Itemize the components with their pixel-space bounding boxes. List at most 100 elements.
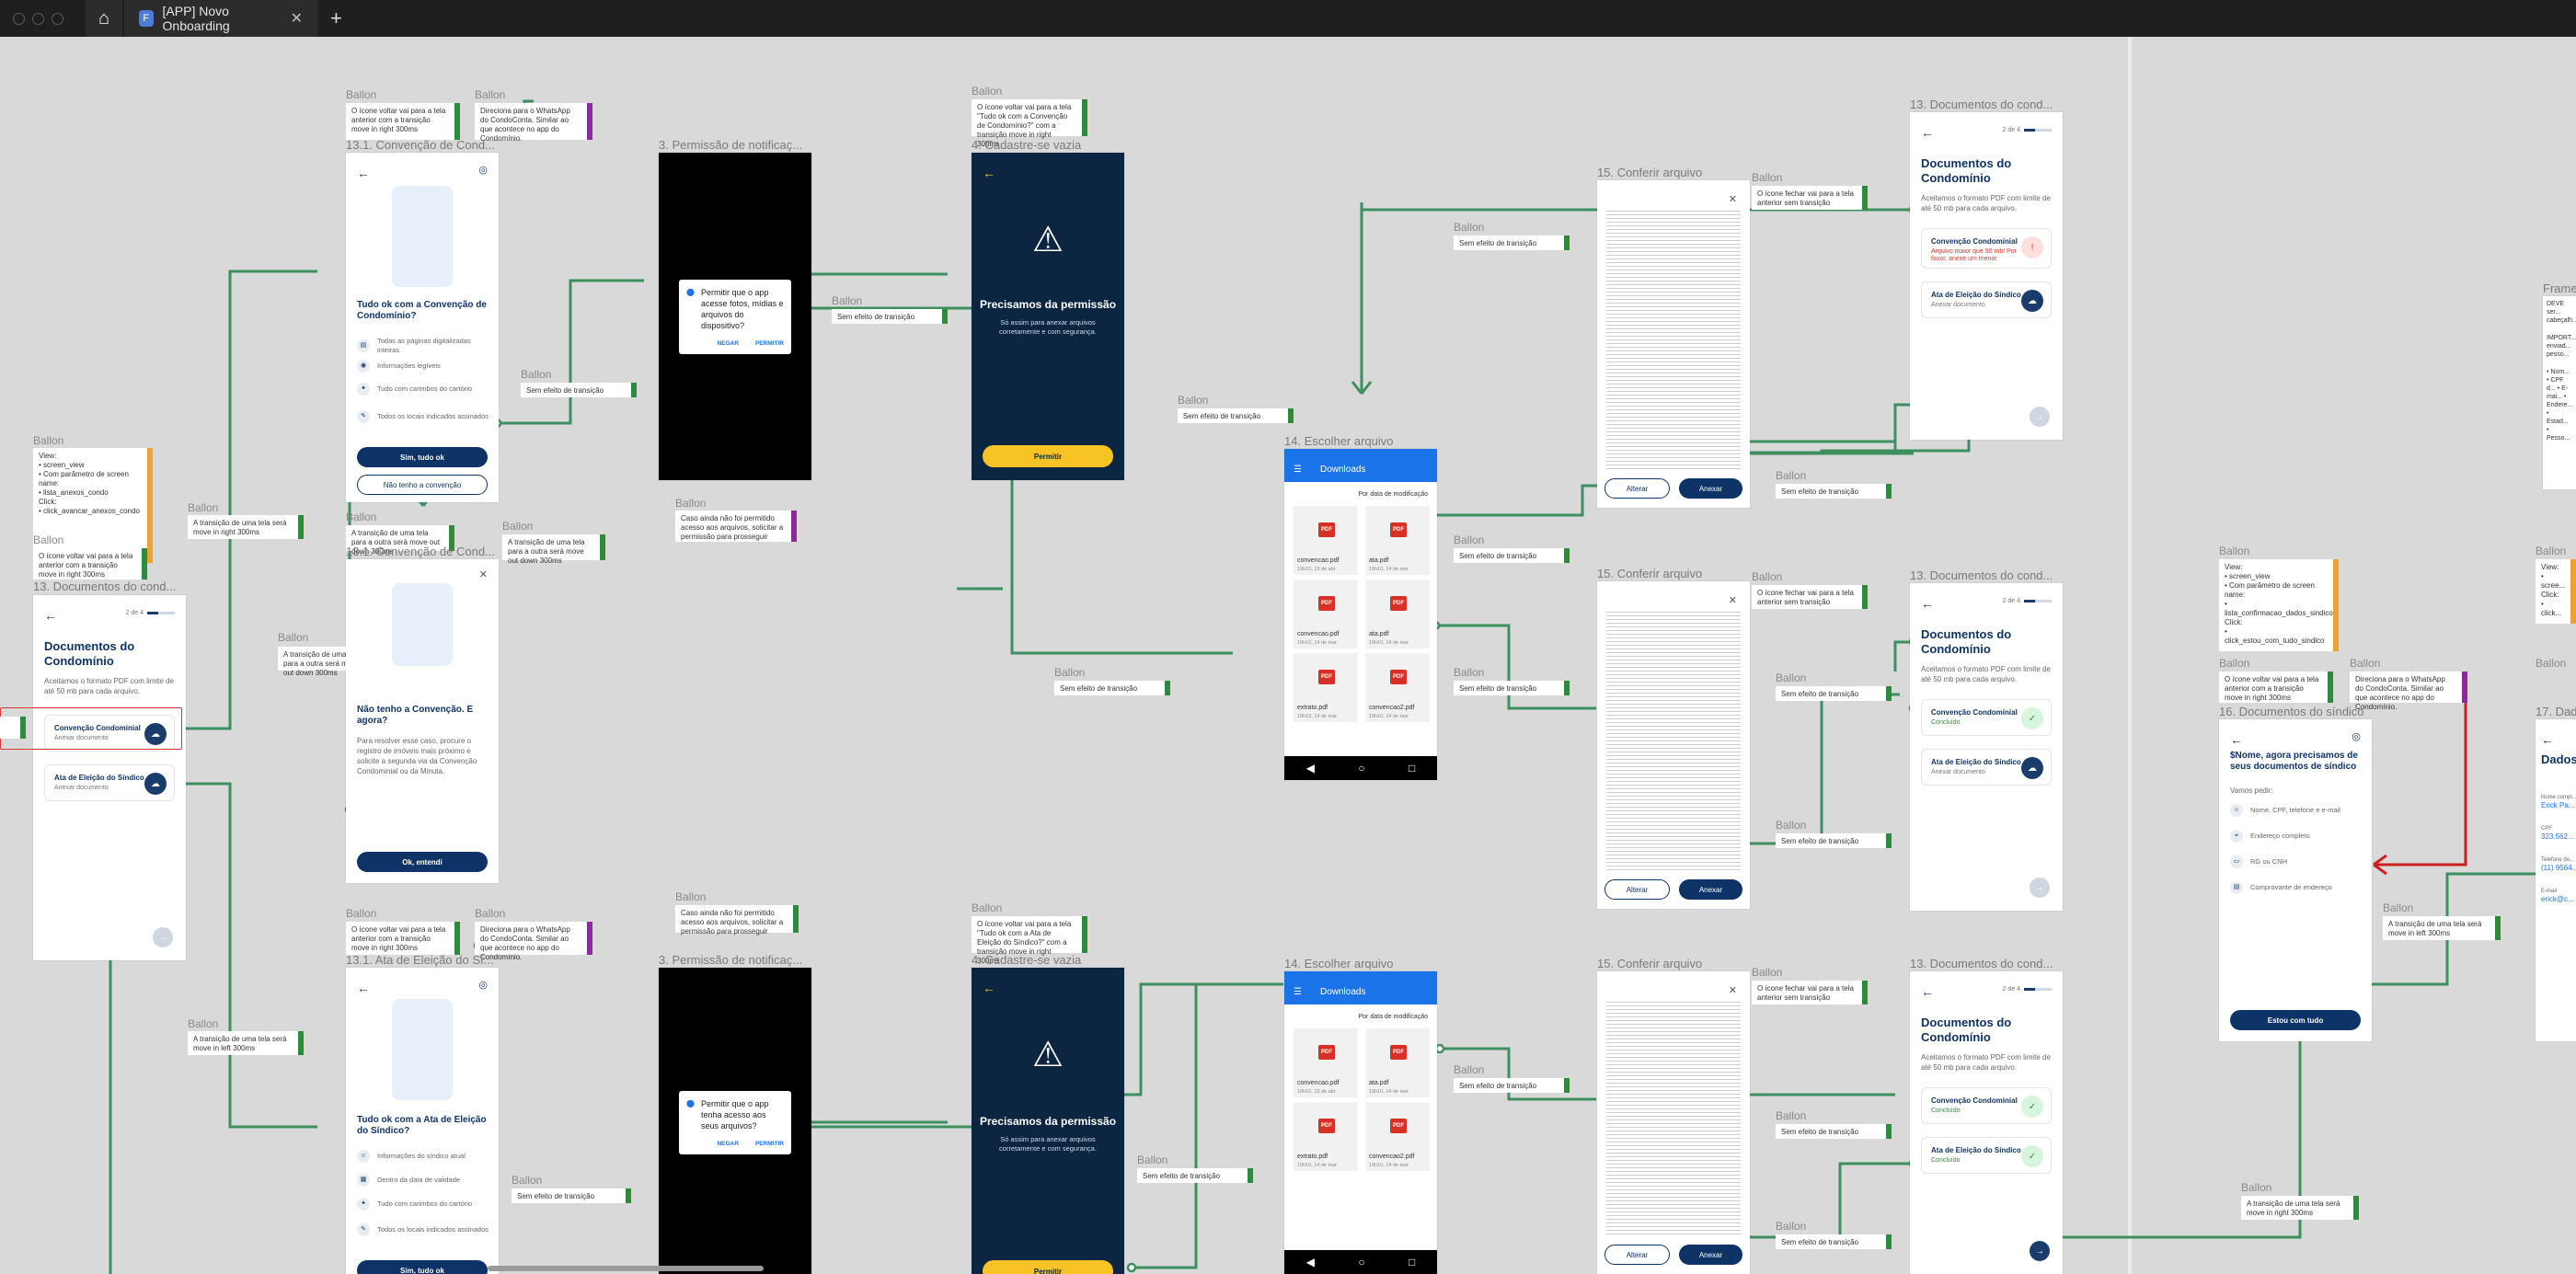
frame-label[interactable]: 16. Documentos do síndico	[2219, 705, 2364, 718]
annotation-back[interactable]: O ícone voltar vai para a tela anterior …	[346, 922, 460, 955]
close-icon[interactable]: ✕	[1729, 594, 1737, 606]
file-tile[interactable]: PDF convencao2.pdf 19h10, 14 de mar	[1365, 1102, 1430, 1171]
frame-review-file-2[interactable]: ✕ Alterar Anexar	[1597, 581, 1750, 909]
annotation-whatsapp[interactable]: Direciona para o WhatsApp do CondoConta.…	[475, 922, 592, 961]
next-arrow-icon[interactable]: →	[2030, 878, 2050, 898]
annotation-sem[interactable]: Sem efeito de transição	[512, 1188, 631, 1203]
annotation-fechar[interactable]: O ícone fechar vai para a tela anterior …	[1752, 186, 1868, 210]
annotation-outra-down-2[interactable]: A transição de uma tela para a outra ser…	[502, 534, 605, 565]
annotation-sem[interactable]: Sem efeito de transição	[1776, 833, 1892, 848]
close-icon[interactable]: ✕	[1729, 193, 1737, 205]
annotation-sem[interactable]: Sem efeito de transição	[1776, 686, 1892, 701]
annotation-move-left[interactable]: A transição de uma tela será move in lef…	[2383, 916, 2501, 940]
card-convencao-done[interactable]: Convenção Condominial Concluído ✓	[1921, 1087, 2052, 1124]
permit-button[interactable]: Permitir	[983, 1260, 1113, 1274]
annotation-sem[interactable]: Sem efeito de transição	[1776, 484, 1892, 499]
permission-dialog[interactable]: Permitir que o app acesse fotos, mídias …	[679, 280, 791, 354]
android-navbar[interactable]: ◀ ○ □	[1284, 756, 1437, 780]
annotation-sem[interactable]: Sem efeito de transição	[521, 383, 637, 397]
annotation-whatsapp[interactable]: Direciona para o WhatsApp do CondoConta.…	[2350, 671, 2467, 711]
annotation-tudo-ok[interactable]: O ícone voltar vai para a tela "Tudo ok …	[972, 99, 1087, 148]
frame-dados[interactable]: ← Dados Nome compl... Erick Pa... CPF 32…	[2536, 719, 2576, 1041]
name-field[interactable]: Erick Pa...	[2541, 800, 2574, 810]
annotation-sem[interactable]: Sem efeito de transição	[1454, 681, 1570, 695]
back-arrow-icon[interactable]: ←	[1921, 984, 1934, 999]
annotation-sem[interactable]: Sem efeito de transição	[1776, 1124, 1892, 1139]
error-icon[interactable]: !	[2021, 236, 2043, 258]
file-tile[interactable]: PDF convencao.pdf 19h10, 14 de mar	[1294, 580, 1358, 648]
annotation-permission[interactable]: Caso ainda não foi permitido acesso aos …	[675, 511, 797, 542]
card-ata-done[interactable]: Ata de Eleição do Síndico Concluído ✓	[1921, 1137, 2052, 1174]
anexar-button[interactable]: Anexar	[1679, 478, 1742, 499]
frame-convencao-check[interactable]: ← ◎ Tudo ok com a Convenção de Condomíni…	[346, 153, 499, 502]
annotation-sem[interactable]: Sem efeito de transição	[1137, 1168, 1253, 1183]
deny-button[interactable]: NEGAR	[717, 1141, 738, 1147]
cpf-field[interactable]: 323.562...	[2541, 832, 2574, 842]
annotation-sem[interactable]: Sem efeito de transição	[1454, 235, 1570, 250]
file-tile[interactable]: PDF ata.pdf 19h10, 14 de mar	[1365, 506, 1430, 575]
frame-label[interactable]: 13.1. Ata de Eleição do Sí...	[346, 953, 493, 967]
file-tile[interactable]: PDF convencao.pdf 19h10, 13 de abr	[1294, 1028, 1358, 1097]
frame-file-picker[interactable]: ☰ Downloads Por data de modificação PDF co…	[1284, 449, 1437, 780]
sort-dropdown[interactable]: Por data de modificação	[1359, 1014, 1429, 1020]
anexar-button[interactable]: Anexar	[1679, 1245, 1742, 1265]
file-tile[interactable]: PDF ata.pdf 19h10, 14 de mar	[1365, 1028, 1430, 1097]
back-arrow-icon[interactable]: ←	[1921, 596, 1934, 611]
permission-dialog[interactable]: Permitir que o app tenha acesso aos seus…	[679, 1091, 791, 1154]
sort-dropdown[interactable]: Por data de modificação	[1359, 491, 1429, 498]
allow-button[interactable]: PERMITIR	[755, 1141, 784, 1147]
frame-docs-all-done[interactable]: ← 2 de 4 Documentos do Condomínio Aceita…	[1910, 971, 2063, 1274]
frame-permission-needed[interactable]: ← ⚠ Precisamos da permissão Só assim par…	[972, 153, 1124, 480]
annotation-back[interactable]: O ícone voltar vai para a tela anterior …	[346, 103, 460, 140]
frame-no-convention[interactable]: ✕ Não tenho a Convenção. E agora? Para r…	[346, 559, 499, 883]
frame-label[interactable]: 3. Permissão de notificaç...	[659, 953, 802, 967]
next-arrow-icon[interactable]: →	[2030, 407, 2050, 427]
back-arrow-icon[interactable]: ←	[44, 608, 57, 623]
android-navbar[interactable]: ◀ ○ □	[1284, 1250, 1437, 1274]
frame-label[interactable]: Frame	[2543, 281, 2576, 295]
annotation-view-dados[interactable]: View: • scree... Click: • click...	[2536, 559, 2576, 624]
back-arrow-icon[interactable]: ←	[983, 166, 995, 180]
card-convencao-error[interactable]: Convenção Condominial Arquivo maior que …	[1921, 228, 2052, 269]
estou-com-tudo-button[interactable]: Estou com tudo	[2230, 1010, 2361, 1030]
frame-label[interactable]: 15. Conferir arquivo	[1597, 957, 1702, 970]
yes-button[interactable]: Sim, tudo ok	[357, 1260, 488, 1274]
email-field[interactable]: erick@c...	[2541, 894, 2574, 904]
card-ata[interactable]: Ata de Eleição do Síndico Anexar documen…	[1921, 281, 2052, 318]
annotation-tudo-ok-ata[interactable]: O ícone voltar vai para a tela "Tudo ok …	[972, 916, 1087, 965]
annotation-move-right[interactable]: A transição de uma tela será move in rig…	[188, 515, 304, 539]
upload-icon[interactable]: ☁	[2021, 290, 2043, 312]
annotation-whatsapp[interactable]: Direciona para o WhatsApp do CondoConta.…	[475, 103, 592, 143]
new-tab-icon[interactable]: +	[330, 6, 342, 30]
frame-permission-needed-2[interactable]: ← ⚠ Precisamos da permissão Só assim par…	[972, 968, 1124, 1274]
horizontal-scrollbar[interactable]	[488, 1266, 764, 1271]
ok-button[interactable]: Ok, entendi	[357, 852, 488, 872]
alterar-button[interactable]: Alterar	[1604, 1245, 1670, 1265]
file-tile[interactable]: PDF extrato.pdf 19h10, 14 de mar	[1294, 1102, 1358, 1171]
frame-label[interactable]: 17. Dado...	[2536, 705, 2576, 718]
next-arrow-icon[interactable]: →	[2030, 1241, 2050, 1261]
frame-docs-condominio[interactable]: ← 2 de 4 Documentos do Condomínio Aceita…	[33, 595, 186, 960]
file-tile[interactable]: PDF convencao2.pdf 19h10, 14 de mar	[1365, 653, 1430, 722]
back-arrow-icon[interactable]: ←	[1921, 125, 1934, 140]
alterar-button[interactable]: Alterar	[1604, 879, 1670, 900]
frame-docs-error[interactable]: ← 2 de 4 Documentos do Condomínio Aceita…	[1910, 112, 2063, 440]
annotation-sem[interactable]: Sem efeito de transição	[1454, 1078, 1570, 1093]
frame-label[interactable]: 14. Escolher arquivo	[1284, 957, 1394, 970]
frame-label[interactable]: 13. Documentos do cond...	[33, 580, 176, 593]
frame-label[interactable]: 13. Documentos do cond...	[1910, 957, 2053, 970]
permit-button[interactable]: Permitir	[983, 445, 1113, 467]
annotation-back[interactable]: O ícone voltar vai para a tela anterior …	[33, 548, 147, 580]
file-tile[interactable]: PDF extrato.pdf 19h10, 14 de mar	[1294, 653, 1358, 722]
frame-label[interactable]: 4. Cadastre-se vazia	[972, 953, 1081, 967]
frame-label[interactable]: 15. Conferir arquivo	[1597, 166, 1702, 179]
file-tile[interactable]: PDF convencao.pdf 19h10, 13 de abr	[1294, 506, 1358, 575]
annotation-back[interactable]: O ícone voltar vai para a tela anterior …	[2219, 671, 2333, 703]
frame-docs-conv-done[interactable]: ← 2 de 4 Documentos do Condomínio Aceita…	[1910, 583, 2063, 911]
tab-active[interactable]: F [APP] Novo Onboarding ✕	[124, 0, 317, 37]
alterar-button[interactable]: Alterar	[1604, 478, 1670, 499]
frame-label[interactable]: 3. Permissão de notificaç...	[659, 138, 802, 152]
anexar-button[interactable]: Anexar	[1679, 879, 1742, 900]
back-arrow-icon[interactable]: ←	[2230, 732, 2243, 747]
annotation-move-right[interactable]: A transição de uma tela será move in rig…	[2241, 1196, 2359, 1220]
